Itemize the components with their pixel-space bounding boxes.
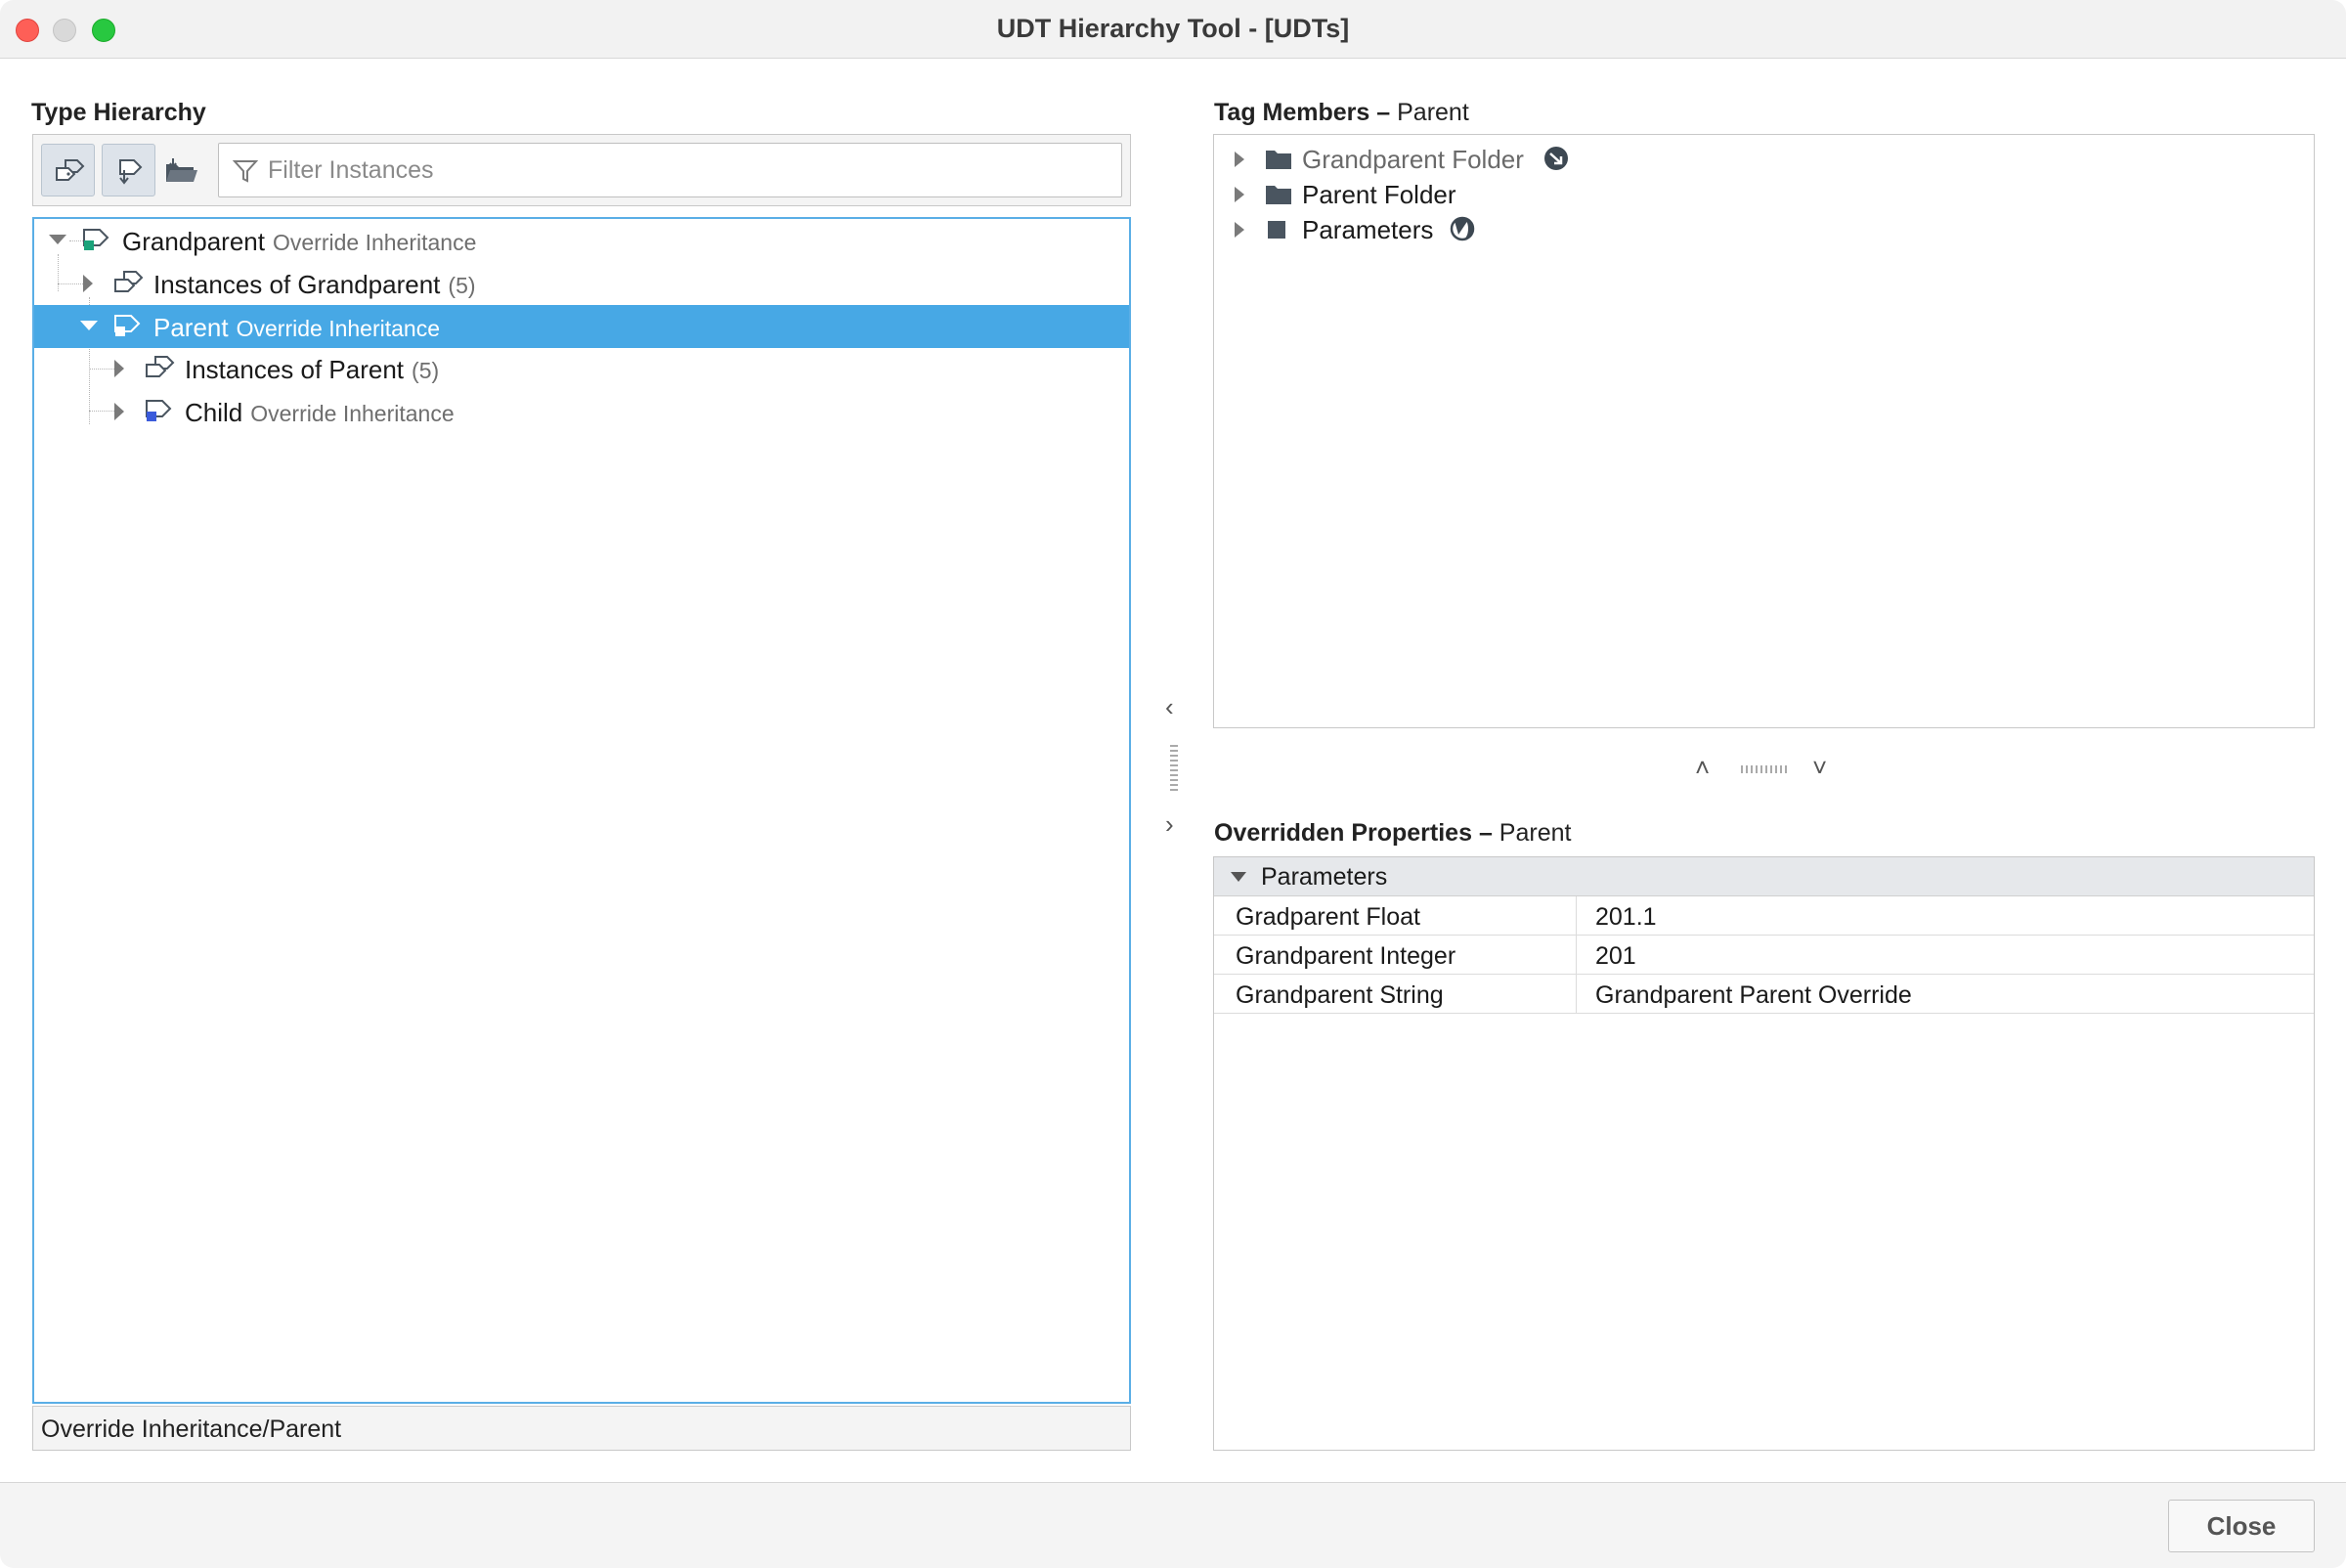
collapsed-arrow-icon[interactable] xyxy=(1234,221,1245,239)
tree-node-label: Instances of Parent xyxy=(185,355,405,384)
tree-node-label: Child xyxy=(185,398,243,427)
tree-node-label: Instances of Grandparent xyxy=(153,270,441,299)
tree-node-child[interactable]: Child Override Inheritance xyxy=(34,390,1129,433)
property-name: Gradparent Float xyxy=(1236,903,1420,931)
table-row[interactable]: Grandparent Integer 201 xyxy=(1214,936,2314,975)
tree-node-meta: Override Inheritance xyxy=(272,230,477,255)
vertical-splitter-handle[interactable] xyxy=(1170,745,1178,794)
tree-node-meta: Override Inheritance xyxy=(236,316,440,341)
collapsed-arrow-icon[interactable] xyxy=(1234,151,1245,168)
props-group-header[interactable]: Parameters xyxy=(1214,857,2314,896)
member-grandparent-folder[interactable]: Grandparent Folder xyxy=(1214,141,2309,176)
table-row[interactable]: Gradparent Float 201.1 xyxy=(1214,896,2314,936)
udt-definition-icon xyxy=(146,400,172,421)
member-label: Parent Folder xyxy=(1302,180,1456,209)
tree-node-instances-of-grandparent[interactable]: Instances of Grandparent (5) xyxy=(34,262,1129,305)
filter-instances-field[interactable] xyxy=(218,143,1122,197)
filter-instances-input[interactable] xyxy=(268,152,1108,189)
dialog-footer: Close xyxy=(0,1482,2346,1568)
property-name: Grandparent Integer xyxy=(1236,942,1456,970)
type-hierarchy-tree[interactable]: Grandparent Override Inheritance Instance… xyxy=(32,217,1131,1404)
property-value[interactable]: 201 xyxy=(1595,942,1636,971)
overridden-properties-heading: Overridden Properties – Parent xyxy=(1214,819,1572,847)
props-group-label: Parameters xyxy=(1261,863,1388,891)
member-parameters[interactable]: Parameters xyxy=(1214,211,2309,246)
selected-path-bar: Override Inheritance/Parent xyxy=(32,1406,1131,1451)
title-bar: UDT Hierarchy Tool - [UDTs] xyxy=(0,0,2346,59)
tree-node-meta: (5) xyxy=(448,273,476,298)
tree-node-grandparent[interactable]: Grandparent Override Inheritance xyxy=(34,219,1129,262)
tree-node-meta: (5) xyxy=(412,358,440,383)
partial-override-icon xyxy=(1450,216,1475,241)
member-label: Parameters xyxy=(1302,215,1434,244)
folder-icon xyxy=(1266,186,1291,204)
expanded-arrow-icon[interactable] xyxy=(79,319,99,332)
tree-node-label: Parent xyxy=(153,313,229,342)
window-title: UDT Hierarchy Tool - [UDTs] xyxy=(996,14,1350,43)
splitter-up-arrow-icon[interactable]: ˄ xyxy=(1695,753,1710,783)
close-button[interactable]: Close xyxy=(2168,1500,2315,1552)
show-instances-toggle[interactable] xyxy=(41,144,95,196)
collapsed-arrow-icon[interactable] xyxy=(1234,186,1245,203)
show-types-toggle[interactable] xyxy=(102,144,155,196)
collapsed-arrow-icon[interactable] xyxy=(81,274,95,293)
selected-path: Override Inheritance/Parent xyxy=(41,1416,342,1443)
property-value[interactable]: 201.1 xyxy=(1595,903,1657,932)
udt-definition-icon xyxy=(114,315,141,336)
member-label: Grandparent Folder xyxy=(1302,145,1524,174)
tree-node-label: Grandparent xyxy=(122,227,265,256)
filter-icon xyxy=(233,160,258,183)
property-value[interactable]: Grandparent Parent Override xyxy=(1595,981,1912,1010)
tree-node-parent[interactable]: Parent Override Inheritance xyxy=(34,305,1129,348)
member-parent-folder[interactable]: Parent Folder xyxy=(1214,176,2309,211)
inherited-override-icon xyxy=(1544,147,1568,170)
collapsed-arrow-icon[interactable] xyxy=(112,402,126,421)
tag-members-tree[interactable]: Grandparent Folder Parent Folder Paramet… xyxy=(1213,134,2315,728)
hierarchy-toolbar xyxy=(32,134,1131,206)
expand-right-arrow-icon[interactable]: › xyxy=(1165,809,1174,840)
tree-node-meta: Override Inheritance xyxy=(250,401,455,426)
type-hierarchy-heading: Type Hierarchy xyxy=(31,99,206,126)
parameters-icon xyxy=(1268,221,1285,239)
overridden-properties-table[interactable]: Parameters Gradparent Float 201.1 Grandp… xyxy=(1213,856,2315,1451)
expanded-arrow-icon[interactable] xyxy=(1230,871,1247,883)
folder-icon xyxy=(1266,151,1291,169)
udt-definition-icon xyxy=(83,229,109,250)
collapse-left-arrow-icon[interactable]: ‹ xyxy=(1165,692,1174,722)
splitter-down-arrow-icon[interactable]: ˅ xyxy=(1812,753,1827,783)
udt-instances-icon xyxy=(146,356,175,377)
horizontal-splitter-handle[interactable] xyxy=(1741,765,1790,773)
collapsed-arrow-icon[interactable] xyxy=(112,359,126,378)
tag-members-heading: Tag Members – Parent xyxy=(1214,99,1469,126)
folder-sort-icon[interactable] xyxy=(164,156,199,186)
udt-instances-icon xyxy=(114,271,144,292)
property-name: Grandparent String xyxy=(1236,981,1444,1009)
show-instances-icon xyxy=(56,159,85,181)
show-types-icon xyxy=(119,159,143,185)
table-row[interactable]: Grandparent String Grandparent Parent Ov… xyxy=(1214,975,2314,1014)
udt-hierarchy-window: UDT Hierarchy Tool - [UDTs] Type Hierarc… xyxy=(0,0,2346,1568)
expanded-arrow-icon[interactable] xyxy=(48,233,67,246)
tree-node-instances-of-parent[interactable]: Instances of Parent (5) xyxy=(34,347,1129,390)
